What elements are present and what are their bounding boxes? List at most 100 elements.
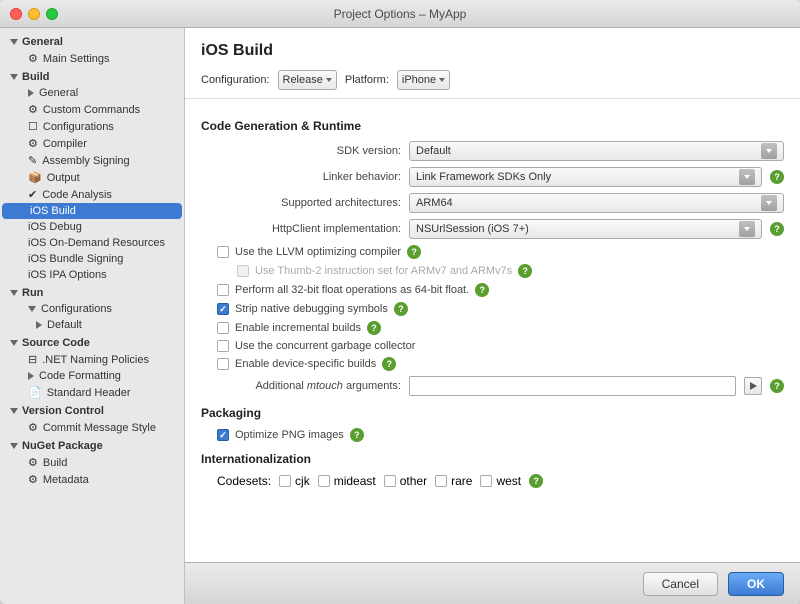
httpclient-help-icon[interactable]: ? <box>770 222 784 236</box>
sdk-version-select[interactable]: Default <box>409 141 784 161</box>
platform-select[interactable]: iPhone <box>397 70 450 90</box>
ok-button[interactable]: OK <box>728 572 784 596</box>
float64-check-row: Perform all 32-bit float operations as 6… <box>201 283 784 297</box>
sidebar-item-net-naming[interactable]: ⊟ .NET Naming Policies <box>0 351 184 368</box>
arch-select[interactable]: ARM64 <box>409 193 784 213</box>
float64-help-icon[interactable]: ? <box>475 283 489 297</box>
sidebar-item-code-formatting[interactable]: Code Formatting <box>0 368 184 384</box>
sdk-version-row: SDK version: Default <box>201 141 784 161</box>
expand-run-configs-icon <box>28 306 36 312</box>
expand-general-icon <box>28 89 34 97</box>
gear-icon: ⚙ <box>28 52 38 65</box>
other-label: other <box>400 474 427 488</box>
mideast-checkbox[interactable] <box>318 475 330 487</box>
sidebar-item-run-default[interactable]: Default <box>0 317 184 333</box>
mtouch-play-button[interactable] <box>744 377 762 395</box>
compiler-icon: ⚙ <box>28 137 38 150</box>
thumb2-help-icon[interactable]: ? <box>518 264 532 278</box>
sidebar-section-source-code: Source Code <box>0 333 184 351</box>
section-i18n-title: Internationalization <box>201 452 784 468</box>
strip-debug-checkbox[interactable] <box>217 303 229 315</box>
collapse-run-icon <box>10 290 18 296</box>
linker-behavior-select[interactable]: Link Framework SDKs Only <box>409 167 762 187</box>
config-row: Configuration: Release Platform: iPhone <box>201 70 784 90</box>
sdk-dropdown-arrow <box>766 149 772 153</box>
sidebar-item-output[interactable]: 📦 Output <box>0 169 184 186</box>
custom-commands-icon: ⚙ <box>28 103 38 116</box>
maximize-button[interactable] <box>46 8 58 20</box>
sidebar-item-assembly-signing[interactable]: ✎ Assembly Signing <box>0 152 184 169</box>
config-label: Configuration: <box>201 74 270 86</box>
concurrent-gc-check-row: Use the concurrent garbage collector <box>201 340 784 352</box>
codeset-mideast: mideast <box>318 474 376 488</box>
sidebar-item-nuget-metadata[interactable]: ⚙ Metadata <box>0 471 184 488</box>
sidebar-item-ios-ipa-options[interactable]: iOS IPA Options <box>0 267 184 283</box>
llvm-checkbox[interactable] <box>217 246 229 258</box>
linker-help-icon[interactable]: ? <box>770 170 784 184</box>
play-icon <box>750 382 757 390</box>
sidebar-item-custom-commands[interactable]: ⚙ Custom Commands <box>0 101 184 118</box>
float64-checkbox[interactable] <box>217 284 229 296</box>
codeset-other: other <box>384 474 427 488</box>
optimize-png-checkbox[interactable] <box>217 429 229 441</box>
mtouch-row: Additional mtouch arguments: ? <box>201 376 784 396</box>
concurrent-gc-checkbox[interactable] <box>217 340 229 352</box>
thumb2-checkbox[interactable] <box>237 265 249 277</box>
sidebar-item-commit-message[interactable]: ⚙ Commit Message Style <box>0 419 184 436</box>
page-title: iOS Build <box>201 42 784 60</box>
sidebar-item-ios-on-demand[interactable]: iOS On-Demand Resources <box>0 235 184 251</box>
device-specific-help-icon[interactable]: ? <box>382 357 396 371</box>
sidebar-item-configurations[interactable]: ☐ Configurations <box>0 118 184 135</box>
i18n-help-icon[interactable]: ? <box>529 474 543 488</box>
net-naming-icon: ⊟ <box>28 353 37 366</box>
incremental-help-icon[interactable]: ? <box>367 321 381 335</box>
mtouch-input[interactable] <box>409 376 736 396</box>
configuration-select[interactable]: Release <box>278 70 337 90</box>
arch-dropdown-arrow <box>766 201 772 205</box>
sidebar-item-ios-debug[interactable]: iOS Debug <box>0 219 184 235</box>
west-checkbox[interactable] <box>480 475 492 487</box>
configuration-value: Release <box>283 74 323 86</box>
sidebar-item-code-analysis[interactable]: ✔ Code Analysis <box>0 186 184 203</box>
strip-debug-help-icon[interactable]: ? <box>394 302 408 316</box>
sdk-dropdown-btn[interactable] <box>761 143 777 159</box>
httpclient-select[interactable]: NSUrlSession (iOS 7+) <box>409 219 762 239</box>
other-checkbox[interactable] <box>384 475 396 487</box>
sidebar-item-run-configurations[interactable]: Configurations <box>0 301 184 317</box>
linker-dropdown-btn[interactable] <box>739 169 755 185</box>
device-specific-checkbox[interactable] <box>217 358 229 370</box>
sidebar-item-ios-bundle-signing[interactable]: iOS Bundle Signing <box>0 251 184 267</box>
sidebar-item-ios-build[interactable]: iOS Build <box>2 203 182 219</box>
arch-label: Supported architectures: <box>201 197 401 209</box>
sidebar-item-compiler[interactable]: ⚙ Compiler <box>0 135 184 152</box>
code-analysis-icon: ✔ <box>28 188 37 201</box>
arch-row: Supported architectures: ARM64 <box>201 193 784 213</box>
main-content: iOS Build Configuration: Release Platfor… <box>185 28 800 604</box>
mtouch-help-icon[interactable]: ? <box>770 379 784 393</box>
west-label: west <box>496 474 521 488</box>
httpclient-dropdown-btn[interactable] <box>739 221 755 237</box>
commit-icon: ⚙ <box>28 421 38 434</box>
codeset-row: Codesets: cjk mideast other <box>201 474 784 488</box>
incremental-checkbox[interactable] <box>217 322 229 334</box>
sidebar-item-nuget-build[interactable]: ⚙ Build <box>0 454 184 471</box>
llvm-help-icon[interactable]: ? <box>407 245 421 259</box>
cancel-button[interactable]: Cancel <box>643 572 718 596</box>
arch-dropdown-btn[interactable] <box>761 195 777 211</box>
close-button[interactable] <box>10 8 22 20</box>
sidebar-item-standard-header[interactable]: 📄 Standard Header <box>0 384 184 401</box>
codeset-west: west <box>480 474 521 488</box>
cjk-checkbox[interactable] <box>279 475 291 487</box>
title-bar: Project Options – MyApp <box>0 0 800 28</box>
expand-code-formatting-icon <box>28 372 34 380</box>
sidebar-item-general[interactable]: General <box>0 85 184 101</box>
sidebar-item-main-settings[interactable]: ⚙ Main Settings <box>0 50 184 67</box>
sidebar-section-vc-label: Version Control <box>22 405 104 417</box>
strip-debug-label: Strip native debugging symbols <box>235 303 388 315</box>
thumb2-label: Use Thumb-2 instruction set for ARMv7 an… <box>255 265 512 277</box>
minimize-button[interactable] <box>28 8 40 20</box>
mtouch-label: Additional mtouch arguments: <box>201 380 401 392</box>
rare-checkbox[interactable] <box>435 475 447 487</box>
platform-dropdown-arrow <box>439 78 445 82</box>
optimize-png-help-icon[interactable]: ? <box>350 428 364 442</box>
